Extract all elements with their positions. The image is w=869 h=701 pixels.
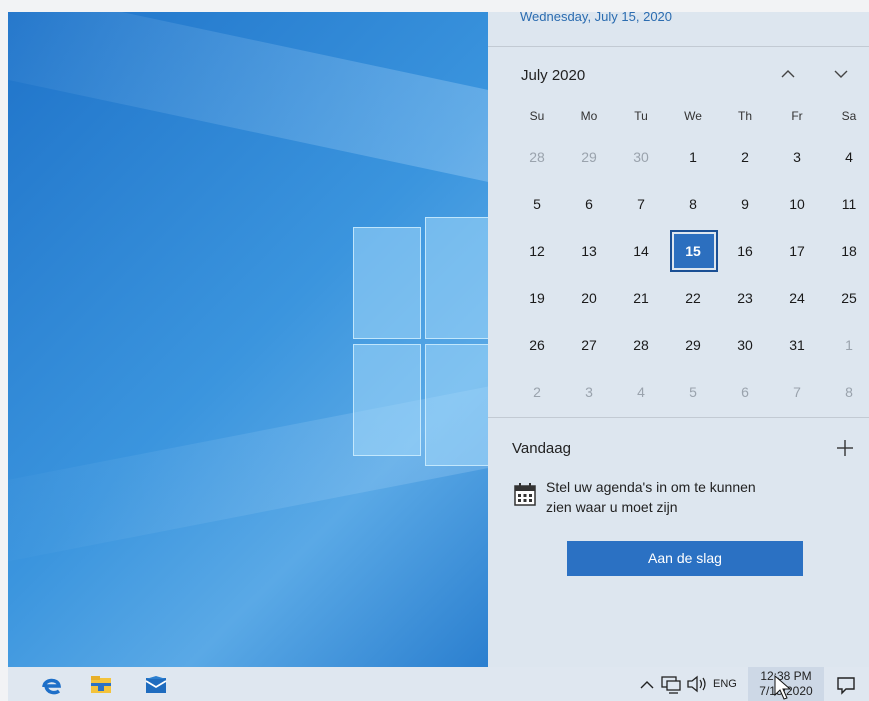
- calendar-day[interactable]: 25: [823, 278, 869, 318]
- calendar-day[interactable]: 19: [511, 278, 563, 318]
- month-title[interactable]: July 2020: [521, 67, 585, 84]
- calendar-icon: [514, 482, 536, 506]
- action-center-button[interactable]: [833, 667, 861, 701]
- calendar-day[interactable]: 12: [511, 231, 563, 271]
- next-month-button[interactable]: [828, 62, 854, 86]
- calendar-day[interactable]: 5: [511, 184, 563, 224]
- edge-icon[interactable]: [38, 673, 64, 697]
- logo-pane: [425, 344, 491, 466]
- notification-icon: [837, 677, 855, 695]
- calendar-day[interactable]: 3: [771, 137, 823, 177]
- calendar-day[interactable]: 4: [823, 137, 869, 177]
- calendar-day[interactable]: 1: [823, 325, 869, 365]
- windows-logo: [353, 217, 491, 466]
- calendar-day[interactable]: 29: [563, 137, 615, 177]
- calendar-day[interactable]: 27: [563, 325, 615, 365]
- calendar-day[interactable]: 21: [615, 278, 667, 318]
- add-event-button[interactable]: [833, 436, 857, 460]
- divider: [488, 46, 869, 47]
- calendar-day[interactable]: 18: [823, 231, 869, 271]
- agenda-title: Vandaag: [512, 440, 571, 457]
- calendar-day[interactable]: 7: [771, 372, 823, 412]
- language-indicator[interactable]: ENG: [713, 667, 743, 701]
- network-icon[interactable]: [660, 667, 682, 701]
- logo-pane: [353, 227, 421, 339]
- calendar-day[interactable]: 28: [511, 137, 563, 177]
- full-date-link[interactable]: Wednesday, July 15, 2020: [520, 12, 672, 24]
- calendar-day[interactable]: 16: [719, 231, 771, 271]
- weekday-label: Su: [529, 109, 545, 123]
- calendar-day[interactable]: 26: [511, 325, 563, 365]
- volume-icon[interactable]: [685, 667, 709, 701]
- show-hidden-icons-button[interactable]: [638, 667, 656, 701]
- plus-icon: [837, 440, 853, 456]
- calendar-day[interactable]: 30: [719, 325, 771, 365]
- calendar-day[interactable]: 31: [771, 325, 823, 365]
- calendar-day[interactable]: 20: [563, 278, 615, 318]
- chevron-up-icon: [781, 70, 795, 78]
- calendar-day[interactable]: 5: [667, 372, 719, 412]
- calendar-day[interactable]: 28: [615, 325, 667, 365]
- logo-pane: [425, 217, 491, 339]
- agenda-message: Stel uw agenda's in om te kunnen zien wa…: [546, 477, 826, 517]
- calendar-day[interactable]: 1: [667, 137, 719, 177]
- screen: Wednesday, July 15, 2020 July 2020 Su Mo…: [8, 12, 869, 701]
- calendar-day[interactable]: 14: [615, 231, 667, 271]
- weekday-label: Tu: [634, 109, 648, 123]
- calendar-day[interactable]: 8: [823, 372, 869, 412]
- calendar-day[interactable]: 8: [667, 184, 719, 224]
- mouse-pointer-icon: [773, 674, 795, 701]
- file-explorer-icon[interactable]: [88, 673, 114, 697]
- weekday-label: We: [684, 109, 702, 123]
- get-started-button[interactable]: Aan de slag: [567, 541, 803, 576]
- calendar-day-today[interactable]: 15: [667, 231, 719, 271]
- chevron-up-icon: [640, 681, 654, 689]
- calendar-day[interactable]: 13: [563, 231, 615, 271]
- calendar-day[interactable]: 23: [719, 278, 771, 318]
- calendar-day[interactable]: 24: [771, 278, 823, 318]
- calendar-day[interactable]: 6: [719, 372, 771, 412]
- calendar-day[interactable]: 9: [719, 184, 771, 224]
- weekday-label: Sa: [841, 109, 857, 123]
- agenda-message-line: Stel uw agenda's in om te kunnen: [546, 479, 756, 495]
- calendar-flyout: Wednesday, July 15, 2020 July 2020 Su Mo…: [488, 12, 869, 667]
- calendar-day[interactable]: 3: [563, 372, 615, 412]
- calendar-day[interactable]: 17: [771, 231, 823, 271]
- weekday-label: Fr: [791, 109, 803, 123]
- agenda-message-line: zien waar u moet zijn: [546, 499, 678, 515]
- logo-pane: [353, 344, 421, 456]
- mail-icon[interactable]: [143, 673, 169, 697]
- previous-month-button[interactable]: [775, 62, 801, 86]
- calendar-day[interactable]: 2: [719, 137, 771, 177]
- calendar-day[interactable]: 2: [511, 372, 563, 412]
- calendar-day[interactable]: 29: [667, 325, 719, 365]
- calendar-day[interactable]: 10: [771, 184, 823, 224]
- calendar-day[interactable]: 4: [615, 372, 667, 412]
- taskbar: ENG 12:38 PM 7/15/2020: [8, 667, 869, 701]
- calendar-day[interactable]: 22: [667, 278, 719, 318]
- calendar-day[interactable]: 7: [615, 184, 667, 224]
- calendar-day[interactable]: 6: [563, 184, 615, 224]
- calendar-day[interactable]: 11: [823, 184, 869, 224]
- divider: [488, 417, 869, 418]
- chevron-down-icon: [834, 70, 848, 78]
- weekday-label: Mo: [580, 109, 598, 123]
- calendar-day[interactable]: 30: [615, 137, 667, 177]
- weekday-label: Th: [737, 109, 752, 123]
